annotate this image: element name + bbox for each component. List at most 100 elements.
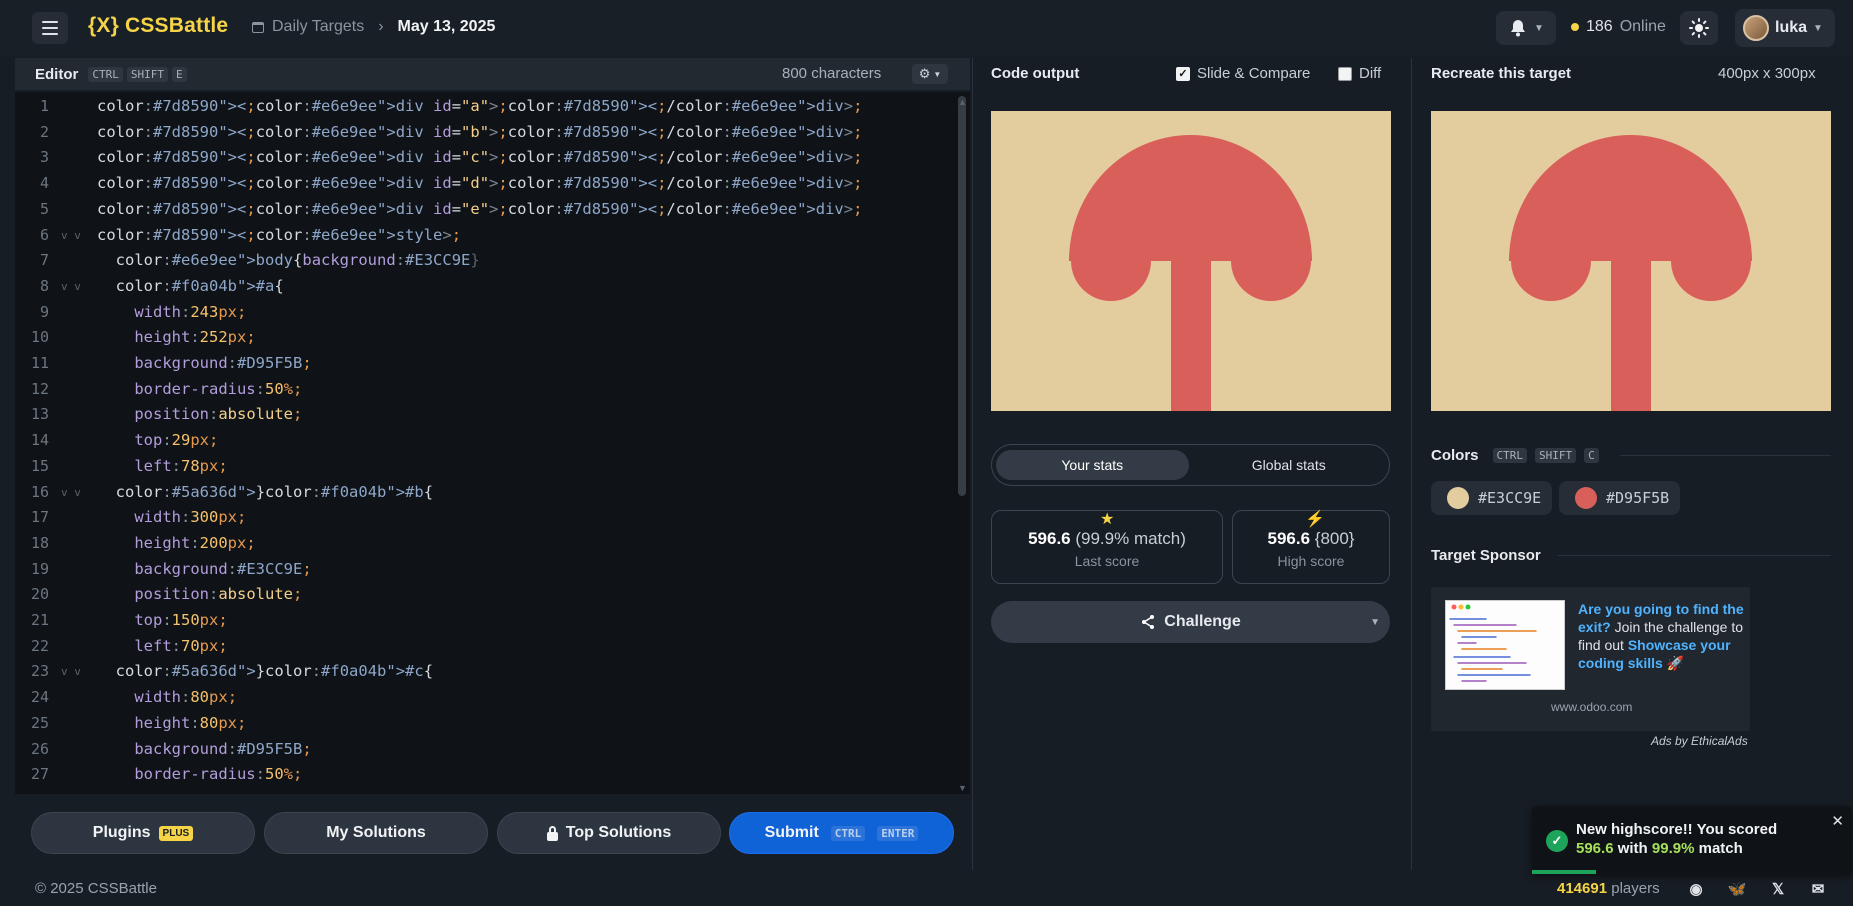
code-text: border-radius:50%; [134, 379, 303, 398]
bluesky-icon[interactable]: 🦋 [1727, 880, 1747, 898]
theme-toggle[interactable] [1680, 11, 1718, 45]
submit-button[interactable]: Submit CTRL ENTER [729, 812, 954, 854]
ad-image[interactable] [1445, 600, 1565, 690]
fold-gutter [49, 248, 97, 274]
line-number: 12 [30, 379, 49, 398]
code-output-preview[interactable] [991, 111, 1391, 411]
code-line[interactable]: 6v v color:#7d8590"><;color:#e6e9ee">styl… [15, 223, 955, 249]
code-text: color:#7d8590"><;color:#e6e9ee">div id="… [97, 174, 863, 193]
challenge-button[interactable]: Challenge ▼ [991, 601, 1390, 643]
code-line[interactable]: 17 width:300px; [15, 505, 955, 531]
fold-chevron-icon[interactable]: v v [49, 480, 97, 506]
notifications-button[interactable]: ▼ [1496, 11, 1556, 45]
line-number: 13 [30, 405, 49, 424]
checkbox-unchecked-icon[interactable] [1338, 66, 1352, 81]
fold-chevron-icon[interactable]: v v [49, 223, 97, 249]
menu-icon[interactable] [32, 12, 68, 44]
divider [1620, 455, 1831, 456]
fold-gutter [49, 300, 97, 326]
code-line[interactable]: 3 color:#7d8590"><;color:#e6e9ee">div id=… [15, 145, 955, 171]
chevron-down-icon: ▼ [933, 69, 942, 79]
slide-compare-option[interactable]: ✓ Slide & Compare [1176, 65, 1310, 82]
color-swatch-2[interactable]: #D95F5B [1559, 481, 1680, 515]
code-text: width:300px; [134, 508, 247, 527]
code-line[interactable]: 14 top:29px; [15, 428, 955, 454]
code-line[interactable]: 24 width:80px; [15, 685, 955, 711]
code-line[interactable]: 15 left:78px; [15, 454, 955, 480]
close-icon[interactable]: ✕ [1831, 812, 1844, 830]
code-line[interactable]: 27 border-radius:50%; [15, 762, 955, 788]
players-count: 414691 [1557, 880, 1608, 897]
code-text: height:80px; [134, 713, 247, 732]
online-status: 186 Online [1571, 18, 1666, 36]
code-line[interactable]: 22 left:70px; [15, 634, 955, 660]
chevron-down-icon[interactable]: ▼ [1370, 617, 1380, 628]
fold-chevron-icon[interactable]: v v [49, 274, 97, 300]
last-score-match: (99.9% match) [1075, 529, 1186, 548]
ad-text[interactable]: Are you going to find the exit? Join the… [1578, 600, 1748, 672]
code-line[interactable]: 26 background:#D95F5B; [15, 737, 955, 763]
color-hex: #D95F5B [1606, 489, 1670, 507]
code-line[interactable]: 23 v v color:#5a636d">}color:#f0a04b">#c{ [15, 659, 955, 685]
my-solutions-button[interactable]: My Solutions [264, 812, 488, 854]
fold-gutter [49, 531, 97, 557]
checkbox-checked-icon[interactable]: ✓ [1176, 66, 1190, 81]
discord-icon[interactable]: ◉ [1686, 880, 1706, 898]
top-solutions-button[interactable]: Top Solutions [497, 812, 721, 854]
swatch-dot [1575, 487, 1597, 509]
high-score-card: ⚡ 596.6 {800} High score [1232, 510, 1390, 584]
code-text: border-radius:50%; [134, 765, 303, 784]
character-count: 800 characters [782, 65, 882, 82]
mail-icon[interactable]: ✉ [1808, 880, 1828, 898]
code-text: color:#5a636d">}color:#f0a04b">#b{ [115, 482, 434, 501]
plus-badge: PLUS [158, 825, 194, 841]
code-line[interactable]: 12 border-radius:50%; [15, 377, 955, 403]
line-number: 22 [30, 636, 49, 655]
color-swatch-1[interactable]: #E3CC9E [1431, 481, 1552, 515]
x-icon[interactable]: 𝕏 [1768, 880, 1788, 898]
code-line[interactable]: 16 v v color:#5a636d">}color:#f0a04b">#b{ [15, 480, 955, 506]
code-line[interactable]: 20 position:absolute; [15, 582, 955, 608]
code-line[interactable]: 19 background:#E3CC9E; [15, 557, 955, 583]
ad-url[interactable]: www.odoo.com [1551, 700, 1632, 714]
online-dot-icon [1571, 23, 1579, 31]
diff-option[interactable]: Diff [1338, 65, 1381, 82]
code-line[interactable]: 5 color:#7d8590"><;color:#e6e9ee">div id=… [15, 197, 955, 223]
plugins-button[interactable]: Plugins PLUS [31, 812, 255, 854]
target-image[interactable] [1431, 111, 1831, 411]
logo[interactable]: {X} CSSBattle [88, 14, 228, 38]
tab-your-stats[interactable]: Your stats [996, 450, 1189, 480]
editor-settings-button[interactable]: ⚙ ▼ [912, 64, 948, 84]
line-number: 9 [39, 302, 49, 321]
tab-global-stats[interactable]: Global stats [1193, 450, 1386, 480]
line-number: 19 [30, 559, 49, 578]
code-line[interactable]: 7 color:#e6e9ee">body{background:#E3CC9E… [15, 248, 955, 274]
code-line[interactable]: 9 width:243px; [15, 300, 955, 326]
code-text: height:252px; [134, 328, 256, 347]
toast-with: with [1617, 840, 1648, 857]
breadcrumb: Daily Targets › May 13, 2025 [252, 18, 495, 36]
editor-scrollbar[interactable] [958, 96, 966, 496]
avatar [1743, 15, 1769, 41]
bell-icon [1511, 20, 1526, 37]
fold-gutter [49, 711, 97, 737]
breadcrumb-daily-targets[interactable]: Daily Targets [272, 18, 364, 36]
highscore-toast: ✓ New highscore!! You scored 596.6 with … [1532, 806, 1852, 874]
code-editor[interactable]: 1 color:#7d8590"><;color:#e6e9ee">div id=… [15, 92, 970, 794]
ad-credit[interactable]: Ads by EthicalAds [1651, 734, 1748, 748]
code-line[interactable]: 1 color:#7d8590"><;color:#e6e9ee">div id=… [15, 94, 955, 120]
code-line[interactable]: 13 position:absolute; [15, 402, 955, 428]
scroll-down-icon[interactable]: ▼ [958, 783, 967, 793]
fold-chevron-icon[interactable]: v v [49, 659, 97, 685]
code-line[interactable]: 4 color:#7d8590"><;color:#e6e9ee">div id=… [15, 171, 955, 197]
code-line[interactable]: 18 height:200px; [15, 531, 955, 557]
scroll-up-icon[interactable]: ▲ [958, 97, 967, 107]
shortcut-key: CTRL [88, 66, 123, 82]
code-line[interactable]: 10 height:252px; [15, 325, 955, 351]
code-line[interactable]: 21 top:150px; [15, 608, 955, 634]
user-menu[interactable]: luka ▼ [1735, 9, 1835, 47]
code-line[interactable]: 11 background:#D95F5B; [15, 351, 955, 377]
code-line[interactable]: 25 height:80px; [15, 711, 955, 737]
code-line[interactable]: 2 color:#7d8590"><;color:#e6e9ee">div id=… [15, 120, 955, 146]
code-line[interactable]: 8v v color:#f0a04b">#a{ [15, 274, 955, 300]
